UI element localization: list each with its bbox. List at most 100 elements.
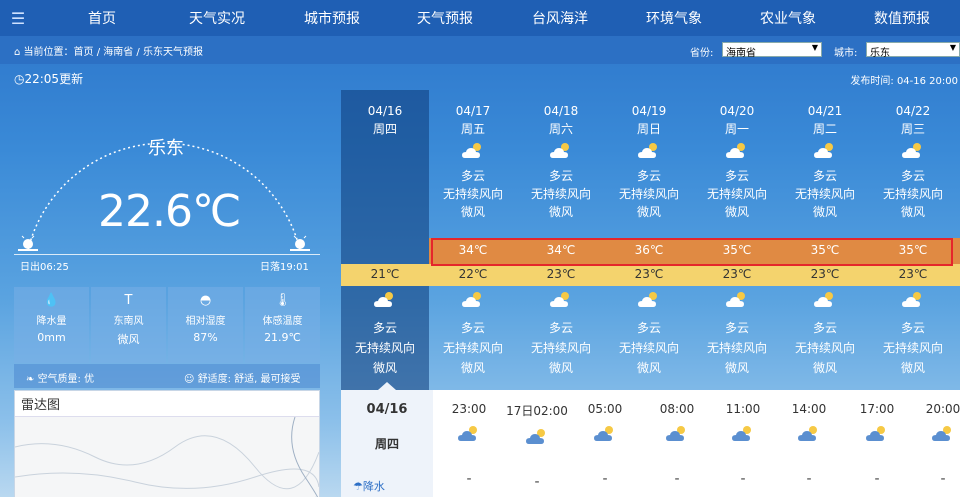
hourly-date: 04/16 [366,402,408,417]
comfort-icon: ☺ [184,374,198,385]
city-name: 乐东 [148,138,184,159]
forecast-wind-dir: 无持续风向 [618,187,679,201]
forecast-weather: 多云 [548,169,573,183]
partly-cloudy-icon [814,143,833,158]
rain-value: - [534,474,540,490]
province-select[interactable]: 海南省 ▼ [722,42,822,59]
menu-icon[interactable]: ☰ [0,9,36,28]
city-label: 城市: [834,48,858,59]
low-temp: 23℃ [722,267,752,281]
forecast-wind-dir: 无持续风向 [794,187,855,201]
night-wind-dir: 无持续风向 [442,341,503,355]
low-temp: 23℃ [898,267,928,281]
partly-cloudy-icon [814,292,833,307]
partly-cloudy-icon [594,426,613,441]
sunset-icon [290,235,310,251]
night-forecast: 多云 无持续风向 微风 [517,290,605,378]
high-temp: 35℃ [722,243,752,257]
high-temp: 35℃ [810,243,840,257]
hourly-slot: 14:00 - [773,390,845,487]
current-temperature: 22.6℃ [98,186,241,237]
partly-cloudy-icon [526,429,545,444]
sunrise-icon [18,235,38,251]
nav-item-city-forecast[interactable]: 城市预报 [304,8,360,28]
radar-title: 雷达图 [15,391,319,417]
sunset-time: 日落19:01 [260,262,309,273]
night-forecast: 多云 无持续风向 微风 [869,290,957,378]
forecast-weekday: 周六 [548,122,573,136]
forecast-wind-level: 微风 [548,205,573,219]
stat-precipitation: 💧 降水量 0mm [14,287,89,363]
night-forecast: 多云 无持续风向 微风 [341,290,429,378]
partly-cloudy-icon [550,143,569,158]
sun-arc [18,142,310,251]
low-temp: 21℃ [370,267,400,281]
forecast-weekday: 周三 [900,122,925,136]
partly-cloudy-icon [462,292,481,307]
forecast-date: 04/19 [631,104,667,118]
night-wind-level: 微风 [812,361,837,375]
partly-cloudy-icon [902,292,921,307]
forecast-weekday: 周五 [460,122,485,136]
night-weather: 多云 [636,321,661,335]
nav-item-numerical[interactable]: 数值预报 [874,8,930,28]
forecast-wind-level: 微风 [460,205,485,219]
nav-item-live[interactable]: 天气实况 [189,8,245,28]
stat-feels-like: 🌡 体感温度 21.9℃ [245,287,320,363]
hourly-slot: 23:00 - [433,390,505,487]
forecast-date: 04/20 [719,104,755,118]
horizon-line [14,254,320,255]
rain-value: - [740,471,746,487]
night-wind-level: 微风 [900,361,925,375]
comfort-index: ☺ 舒适度: 舒适, 最可接受 [184,374,301,385]
night-wind-dir: 无持续风向 [530,341,591,355]
high-temp: 36℃ [634,243,664,257]
hourly-slot: 17日02:00 - [501,390,573,490]
night-forecast: 多云 无持续风向 微风 [605,290,693,378]
publish-time: 发布时间: 04-16 20:00 [850,76,958,87]
radar-panel[interactable]: 雷达图 [14,390,320,497]
air-quality: ❧ 空气质量: 优 [26,374,95,385]
night-weather: 多云 [460,321,485,335]
partly-cloudy-icon [462,143,481,158]
breadcrumb: ⌂ 当前位置：首页 / 海南省 / 乐东天气预报 [14,47,203,58]
forecast-wind-dir: 无持续风向 [530,187,591,201]
rain-value: - [940,471,946,487]
forecast-weather: 多云 [636,169,661,183]
air-quality-bar: ❧ 空气质量: 优 ☺ 舒适度: 舒适, 最可接受 [14,364,320,388]
water-drop-icon: 💧 [43,293,60,308]
forecast-wind-level: 微风 [724,205,749,219]
rain-value: - [466,471,472,487]
hourly-forecast: 04/16 周四 ☂降水 23:00 - 17日02:00 - 05:00 - 08:00 -… [341,382,960,497]
nav-item-typhoon[interactable]: 台风海洋 [532,8,588,28]
city-select[interactable]: 乐东 ▼ [866,42,960,59]
province-label: 省份: [690,48,714,59]
hourly-weekday: 周四 [374,437,399,451]
nav-item-home[interactable]: 首页 [88,8,116,28]
night-wind-dir: 无持续风向 [618,341,679,355]
clock-icon: ◷ [14,72,25,86]
partly-cloudy-icon [638,143,657,158]
forecast-date: 04/21 [807,104,843,118]
high-temp: 35℃ [898,243,928,257]
hourly-slot: 05:00 - [569,390,641,487]
partly-cloudy-icon [458,426,477,441]
night-wind-dir: 无持续风向 [706,341,767,355]
partly-cloudy-icon [866,426,885,441]
partly-cloudy-icon [638,292,657,307]
rain-value: - [602,471,608,487]
forecast-weather: 多云 [900,169,925,183]
radar-map[interactable] [14,416,320,497]
rain-icon: ☂ [353,480,363,493]
hourly-time: 17日02:00 [506,404,568,418]
nav-item-forecast[interactable]: 天气预报 [417,8,473,28]
nav-item-environment[interactable]: 环境气象 [646,8,702,28]
sunrise-time: 日出06:25 [20,262,69,273]
hourly-time: 17:00 [859,402,895,416]
nav-item-agriculture[interactable]: 农业气象 [760,8,816,28]
hourly-slot: 20:00 - [907,390,960,487]
partly-cloudy-icon [798,426,817,441]
low-temp: 23℃ [546,267,576,281]
rain-value: - [806,471,812,487]
forecast-wind-level: 微风 [900,205,925,219]
